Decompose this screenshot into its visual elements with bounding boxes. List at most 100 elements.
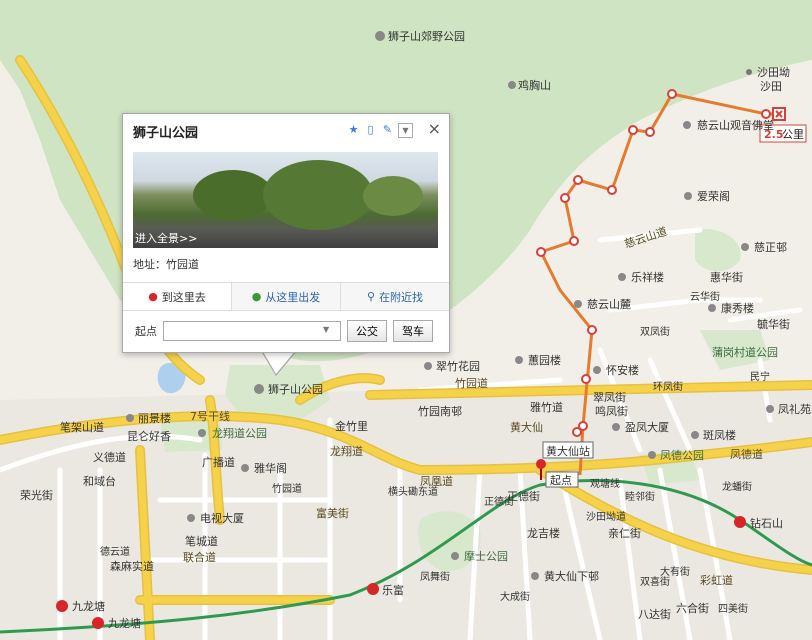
place-label: 广播道	[202, 455, 235, 469]
address-row: 地址：竹园道	[133, 256, 199, 272]
place-label: 笔架山道	[60, 420, 104, 434]
place-label: 慈正邨	[754, 240, 787, 254]
search-icon: ⚲	[366, 290, 376, 303]
place-label: 正德街	[484, 495, 514, 508]
start-label: 起点	[135, 325, 157, 338]
place-label: 龙翔道	[330, 444, 363, 458]
place-label: 沙田	[760, 80, 782, 93]
distance-unit: 公里	[782, 128, 804, 141]
place-label: 睦邻街	[625, 490, 655, 503]
place-label: 黄大仙	[510, 420, 543, 434]
place-label: 四美街	[718, 602, 748, 615]
place-label: 摩士公园	[464, 549, 508, 563]
place-label: 双凤街	[640, 325, 670, 338]
place-label: 毓华街	[757, 317, 790, 331]
place-label: 竹园南邨	[418, 404, 462, 418]
kowloon-tong-station-icon	[56, 600, 68, 612]
place-label: 凤礼苑	[778, 402, 811, 416]
place-label: 德云道	[100, 545, 130, 558]
place-label: 7号干线	[190, 409, 230, 423]
place-label: 狮子山郊野公园	[388, 30, 465, 43]
place-label: 龙吉楼	[527, 526, 560, 540]
place-label: 亲仁街	[608, 526, 641, 540]
tree-shape	[363, 176, 423, 216]
tab-go-here-label: 到这里去	[161, 290, 206, 304]
edit-icon[interactable]: ✎	[381, 123, 394, 136]
tab-start-here[interactable]: ● 从这里出发	[232, 283, 341, 310]
popup-tail	[262, 350, 296, 374]
address-label: 地址：	[133, 258, 166, 271]
popup-toolbar: ★ ▯ ✎ ▼	[347, 123, 413, 138]
place-label: 慈云山观音佛堂	[697, 118, 774, 132]
place-label: 怀安楼	[606, 363, 639, 377]
kowloon-tong-station-icon-2	[92, 617, 104, 629]
place-label: 云华街	[690, 290, 720, 303]
place-label: 狮子山公园	[268, 383, 323, 396]
place-label: 爱荣阁	[697, 189, 730, 203]
address-value: 竹园道	[166, 258, 199, 271]
place-label: 彩虹道	[700, 573, 733, 587]
place-label: 大成街	[500, 590, 530, 603]
place-label: 电视大厦	[200, 511, 244, 525]
place-label: 八达街	[638, 607, 671, 621]
panorama-thumbnail[interactable]: 进入全景>>	[133, 152, 438, 248]
place-label: 雅华阁	[254, 461, 287, 475]
place-label: 六合街	[676, 601, 709, 615]
tree-shape	[193, 170, 273, 220]
favorite-star-icon[interactable]: ★	[347, 123, 360, 136]
place-label: 康秀楼	[721, 301, 754, 315]
place-label: 盈凤大厦	[625, 420, 669, 434]
place-label: 惠华街	[710, 270, 743, 284]
start-tag: 起点	[550, 474, 572, 487]
bus-button[interactable]: 公交	[347, 320, 387, 342]
place-label: 凤舞街	[420, 570, 450, 583]
green-pin-icon: ●	[251, 290, 262, 303]
place-info-popup[interactable]: 狮子山公园 ★ ▯ ✎ ▼ × 进入全景>> 地址：竹园道 ● 到这里去 ● 从…	[122, 113, 450, 353]
place-label: 竹园道	[272, 482, 302, 495]
kowloon-tong-label: 九龙塘	[72, 599, 105, 613]
place-label: 森麻实道	[110, 559, 154, 573]
red-pin-icon: ●	[148, 290, 158, 303]
enter-panorama-link[interactable]: 进入全景>>	[135, 230, 197, 246]
popup-tabs: ● 到这里去 ● 从这里出发 ⚲ 在附近找	[123, 282, 449, 311]
place-label: 翠竹花园	[436, 359, 480, 373]
place-label: 民宁	[750, 370, 770, 383]
place-label: 荣光街	[20, 488, 53, 502]
place-label: 龙蟠街	[722, 480, 752, 493]
place-label: 鸡胸山	[518, 78, 551, 92]
place-label: 乐富	[382, 583, 404, 597]
place-label: 翠凤街	[593, 390, 626, 404]
kowloon-tong-label-2: 九龙塘	[108, 616, 141, 630]
place-label: 义德道	[93, 450, 126, 464]
place-label: 丽景楼	[138, 411, 171, 425]
route-form: 起点 ▼ 公交 驾车	[135, 320, 433, 342]
tab-search-nearby-label: 在附近找	[379, 290, 424, 304]
tab-go-here[interactable]: ● 到这里去	[123, 283, 232, 310]
place-label: 凤德公园	[660, 448, 704, 462]
place-label: 笔城道	[185, 534, 218, 548]
place-label: 钻石山	[750, 516, 783, 530]
drive-button[interactable]: 驾车	[393, 320, 433, 342]
place-label: 龙翔道公园	[212, 426, 267, 440]
chevron-down-icon[interactable]: ▼	[323, 325, 329, 334]
phone-icon[interactable]: ▯	[364, 123, 377, 136]
close-icon[interactable]: ×	[428, 119, 441, 138]
place-label: 竹园道	[455, 376, 488, 390]
place-label: 环凤街	[653, 380, 683, 393]
place-label: 昆仑好香	[127, 429, 171, 443]
station-tag: 黄大仙站	[546, 444, 590, 458]
place-label: 黄大仙下邨	[544, 569, 599, 583]
tab-search-nearby[interactable]: ⚲ 在附近找	[341, 283, 449, 310]
start-input[interactable]	[163, 321, 341, 341]
place-label: 联合道	[183, 550, 216, 564]
dropdown-icon[interactable]: ▼	[398, 123, 413, 138]
place-label: 凤凰道	[420, 474, 453, 488]
place-label: 慈云山麓	[587, 297, 631, 311]
place-label: 雅竹道	[530, 400, 563, 414]
place-label: 鸣凤街	[595, 404, 628, 418]
place-label: 凤德道	[730, 447, 763, 461]
place-label: 斑凤楼	[703, 428, 736, 442]
place-label: 大有街	[660, 565, 690, 578]
place-label: 沙田坳道	[586, 510, 626, 523]
place-label: 蕙园楼	[528, 353, 561, 367]
